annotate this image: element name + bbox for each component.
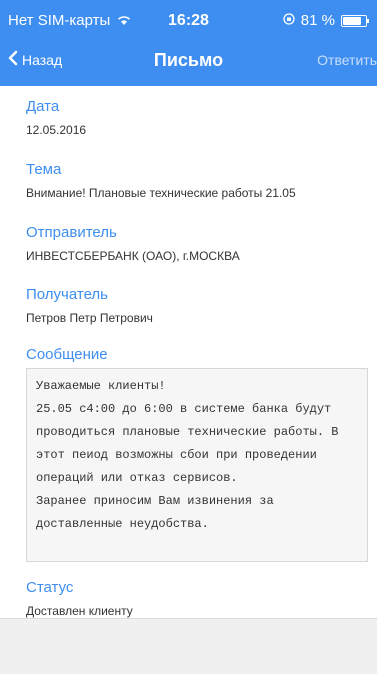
back-label: Назад <box>22 51 63 68</box>
date-field: Дата 12.05.2016 <box>26 98 366 137</box>
carrier-label: Нет SIM-карты <box>8 12 111 29</box>
message-line: доставленные неудобства. <box>36 517 209 531</box>
sender-label: Отправитель <box>26 224 117 241</box>
recipient-value: Петров Петр Петрович <box>26 311 153 325</box>
nav-bar: Назад Письмо Ответить <box>0 40 377 82</box>
wifi-icon <box>117 13 131 30</box>
message-line: этот пеиод возможны сбои при проведении <box>36 448 317 462</box>
status-bar: Нет SIM-карты 16:28 81 % <box>0 0 377 40</box>
message-field: Сообщение <box>26 346 366 363</box>
recipient-field: Получатель Петров Петр Петрович <box>26 286 366 325</box>
footer-bar <box>0 618 377 674</box>
header: Нет SIM-карты 16:28 81 % Назад Письмо От… <box>0 0 377 86</box>
chevron-left-icon <box>8 50 18 69</box>
sender-field: Отправитель ИНВЕСТСБЕРБАНК (ОАО), г.МОСК… <box>26 224 366 263</box>
subject-value: Внимание! Плановые технические работы 21… <box>26 186 296 200</box>
reply-button[interactable]: Ответить <box>317 52 377 68</box>
message-line: операций или отказ сервисов. <box>36 471 238 485</box>
subject-label: Тема <box>26 161 62 178</box>
sender-value: ИНВЕСТСБЕРБАНК (ОАО), г.МОСКВА <box>26 249 240 263</box>
status-value: Доставлен клиенту <box>26 604 133 618</box>
back-button[interactable]: Назад <box>8 50 62 69</box>
status-field: Статус Доставлен клиенту <box>26 579 366 618</box>
message-line: проводиться плановые технические работы.… <box>36 425 339 439</box>
message-body: Уважаемые клиенты! 25.05 с4:00 до 6:00 в… <box>26 368 368 562</box>
carrier-status: Нет SIM-карты <box>8 12 131 30</box>
battery-status: 81 % <box>283 12 369 29</box>
recipient-label: Получатель <box>26 286 108 303</box>
status-label: Статус <box>26 579 74 596</box>
lock-rotation-icon <box>283 12 295 29</box>
message-line: 25.05 с4:00 до 6:00 в системе банка буду… <box>36 402 332 416</box>
message-label: Сообщение <box>26 346 108 363</box>
message-line: Уважаемые клиенты! <box>36 379 166 393</box>
subject-field: Тема Внимание! Плановые технические рабо… <box>26 161 366 200</box>
battery-percent: 81 % <box>300 12 335 29</box>
date-value: 12.05.2016 <box>26 123 87 137</box>
battery-icon <box>341 14 369 27</box>
message-line: Заранее приносим Вам извинения за <box>36 494 274 508</box>
date-label: Дата <box>26 98 60 115</box>
